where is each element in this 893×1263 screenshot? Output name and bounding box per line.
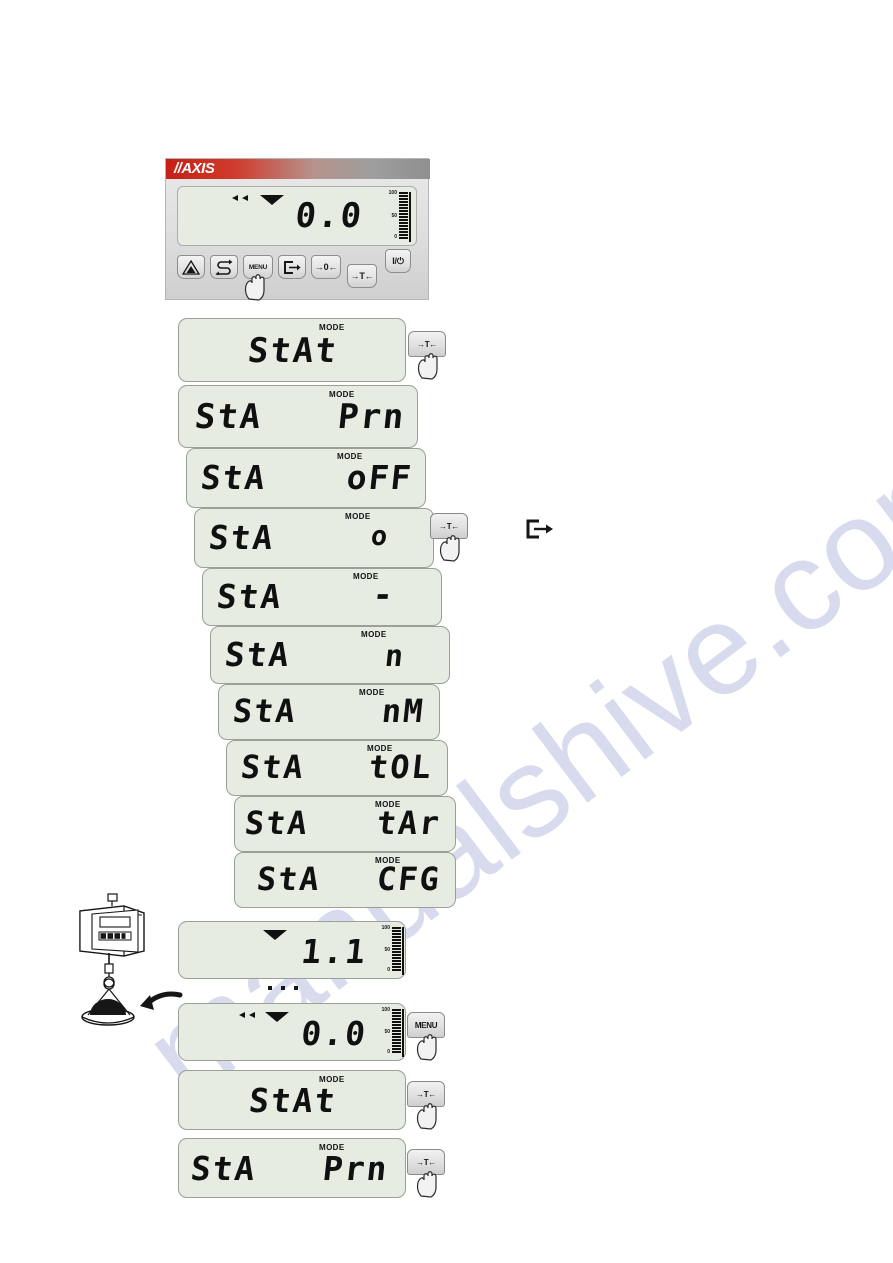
bargraph-label-0: 0 (394, 234, 397, 240)
pressing-hand-icon (417, 353, 438, 380)
lcd-step-stat: MODE StAt (178, 318, 406, 382)
lcd-text-right: Prn (321, 1149, 392, 1188)
lcd-text-right: nM (380, 692, 427, 730)
result-weight-value: 0.0 (299, 1014, 370, 1053)
bargraph-rail (402, 927, 404, 975)
bargraph-label-50: 50 (384, 1029, 390, 1035)
lcd-text-right: Prn (335, 397, 408, 437)
tare-key-label: →T← (350, 271, 374, 281)
lcd-text-left: StA (243, 804, 311, 842)
continuation-dots (268, 986, 298, 990)
lcd-step-sta-nm: MODE StA nM (218, 684, 440, 740)
device-bargraph: 100 50 0 (374, 190, 411, 242)
pressing-hand-icon (244, 274, 265, 301)
bargraph-label-50: 50 (384, 947, 390, 953)
lcd-text-right: n (383, 639, 407, 674)
bargraph-label-0: 0 (387, 967, 390, 973)
zero-key[interactable]: →0← (311, 255, 341, 279)
unit-switch-key[interactable] (210, 255, 238, 279)
lcd-text-right: oFF (345, 458, 416, 497)
lcd-text-right: tAr (375, 804, 443, 842)
bargraph-label-0: 0 (387, 1049, 390, 1055)
lcd-text-left: StA (192, 397, 265, 437)
brand-bar: //AXIS (166, 159, 430, 179)
mode-label: MODE (345, 512, 371, 521)
tare-key[interactable]: →T← (347, 264, 377, 288)
lcd-step-stat-2: MODE StAt (178, 1070, 406, 1130)
axis-logo: //AXIS (174, 160, 215, 177)
bargraph-label-100: 100 (381, 1007, 390, 1013)
lcd-step-sta-cfg: MODE StA CFG (234, 852, 456, 908)
bargraph-label-50: 50 (391, 213, 397, 219)
lcd-text-left: StA (222, 635, 293, 674)
bargraph-ticks (392, 1009, 401, 1057)
lcd-text-right: - (371, 575, 398, 614)
pressing-hand-icon (439, 535, 460, 562)
print-icon (284, 260, 301, 274)
callout-menu-bottom[interactable]: MENU (407, 1012, 445, 1064)
lcd-text-left: StA (255, 860, 323, 898)
mode-label: MODE (359, 688, 385, 697)
lcd-step-sta-tar: MODE StA tAr (234, 796, 456, 852)
lcd-text-right: tOL (367, 748, 435, 786)
device-lcd: 0.0 100 50 0 (177, 186, 417, 246)
mode-label: MODE (361, 630, 387, 639)
bargraph-rail (402, 1009, 404, 1057)
lcd-text-left: StA (188, 1149, 259, 1188)
calibration-triangle-icon (182, 259, 200, 275)
callout-tare-top[interactable]: →T← (408, 331, 446, 383)
result-weight-value: 1.1 (299, 932, 370, 971)
lcd-text-right: CFG (375, 860, 443, 898)
lcd-result-zeroed: 0.0 100 50 0 (178, 1003, 406, 1061)
bargraph-label-100: 100 (388, 190, 397, 196)
lcd-text-left: StA (198, 458, 269, 497)
hanging-scale-illustration (79, 893, 183, 1026)
callout-tare-b2[interactable]: →T← (407, 1149, 445, 1201)
manual-page: //AXIS 0.0 100 50 0 MENU →0← →T← I/⏻ MOD… (0, 0, 893, 1263)
callout-tare-b1[interactable]: →T← (407, 1081, 445, 1133)
result-bargraph: 100 50 0 (367, 1007, 404, 1057)
power-key-label: I/⏻ (392, 255, 404, 266)
lcd-text-left: StA (214, 577, 285, 616)
print-icon (526, 519, 553, 539)
power-key[interactable]: I/⏻ (385, 249, 411, 273)
zero-key-label: →0← (314, 262, 338, 272)
bargraph-ticks (392, 927, 401, 975)
device-keypad: MENU →0← →T← I/⏻ (177, 249, 419, 289)
lcd-text-left: StA (239, 748, 307, 786)
pressing-hand-icon (416, 1103, 437, 1130)
lcd-text-left: StAt (245, 331, 341, 371)
lcd-step-sta-n: MODE StA n (210, 626, 450, 684)
result-bargraph: 100 50 0 (367, 925, 404, 975)
lcd-text-left: StAt (247, 1081, 339, 1120)
lcd-text-left: StA (231, 692, 299, 730)
bargraph-ticks (399, 192, 408, 242)
bargraph-label-100: 100 (381, 925, 390, 931)
lcd-step-sta-o: MODE StA o (194, 508, 434, 568)
cycle-arrow-icon (215, 259, 233, 275)
lcd-text-right: o (369, 521, 391, 552)
bargraph-rail (409, 192, 411, 242)
scale-indicator-device: //AXIS 0.0 100 50 0 MENU →0← →T← I/⏻ (165, 158, 430, 301)
lcd-step-sta-prn: MODE StA Prn (178, 385, 418, 448)
device-weight-value: 0.0 (293, 196, 366, 236)
lcd-step-sta-tol: MODE StA tOL (226, 740, 448, 796)
lcd-step-sta-prn-2: MODE StA Prn (178, 1138, 406, 1198)
lcd-step-sta-dash: MODE StA - (202, 568, 442, 626)
pressing-hand-icon (416, 1034, 437, 1061)
lcd-step-sta-off: MODE StA oFF (186, 448, 426, 508)
calibration-key[interactable] (177, 255, 205, 279)
callout-tare-middle[interactable]: →T← (430, 513, 468, 565)
pressing-hand-icon (416, 1171, 437, 1198)
print-key[interactable] (278, 255, 306, 279)
lcd-result-loaded: 1.1 100 50 0 (178, 921, 406, 979)
lcd-text-left: StA (206, 518, 277, 557)
